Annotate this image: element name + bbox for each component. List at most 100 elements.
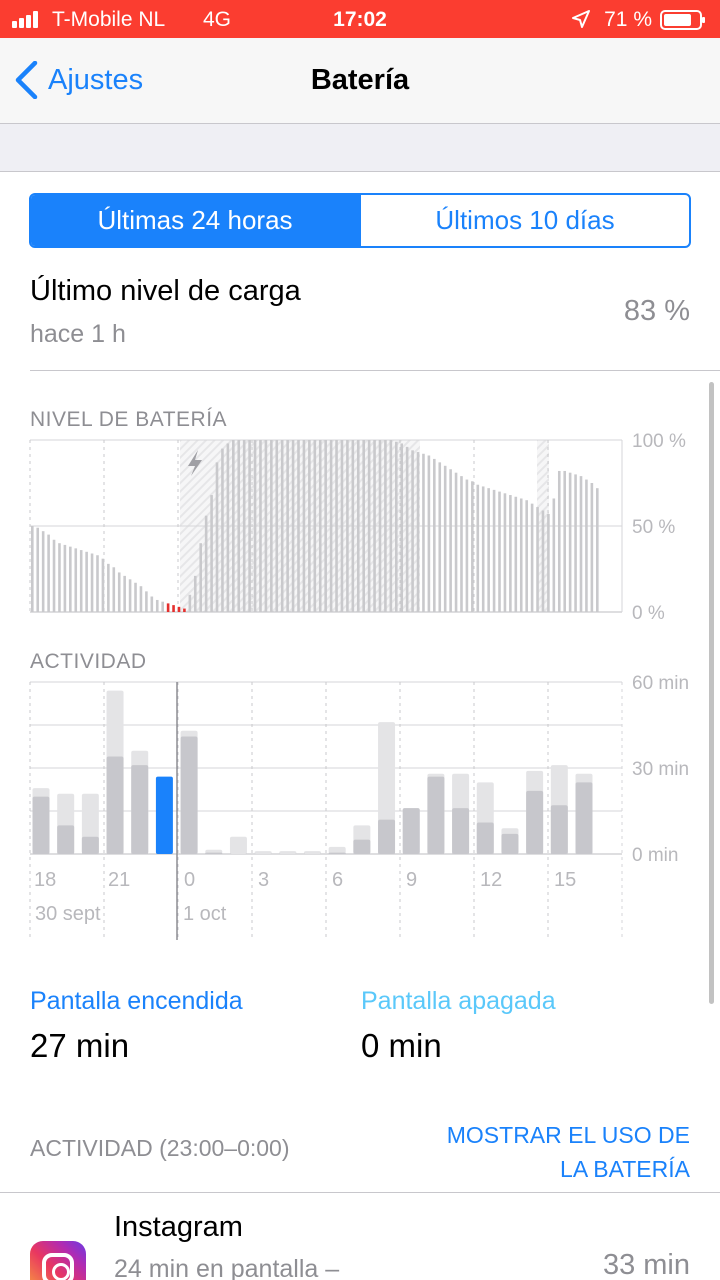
- battery-bar: [324, 440, 327, 612]
- activity-chart: 60 min 30 min 0 min 18 21 0 3 6 9 12 15 30 sept 1 oc…: [29, 673, 689, 940]
- battery-bar: [422, 453, 425, 612]
- battery-bar: [270, 440, 273, 612]
- battery-bar: [530, 503, 534, 612]
- page-title: Batería: [310, 64, 410, 96]
- activity-bar-screen: [501, 833, 519, 854]
- app-usage-row[interactable]: Instagram 24 min en pantalla – 33 min: [0, 1192, 720, 1280]
- battery-bar: [596, 488, 599, 612]
- battery-bar: [139, 586, 143, 612]
- battery-bar: [41, 531, 45, 612]
- battery-bar: [405, 446, 409, 612]
- battery-bar: [335, 440, 338, 612]
- last-charge-title: Último nivel de carga: [30, 275, 301, 307]
- x-axis-label: 18: [34, 869, 56, 891]
- x-axis-label: 12: [480, 869, 502, 891]
- battery-bar: [476, 484, 480, 612]
- battery-bar: [313, 440, 317, 612]
- y-axis-label: 60 min: [632, 673, 689, 694]
- battery-bar: [259, 440, 262, 612]
- battery-bar: [253, 440, 257, 612]
- app-name: Instagram: [114, 1211, 243, 1243]
- battery-bar: [373, 440, 376, 612]
- battery-bar: [465, 479, 469, 612]
- x-axis-label: 21: [108, 869, 130, 891]
- battery-bar: [166, 603, 170, 612]
- activity-bar-total: [304, 851, 321, 854]
- y-axis-label: 30 min: [632, 759, 689, 780]
- battery-bar: [433, 458, 436, 612]
- activity-bar-screen: [526, 790, 544, 854]
- battery-bar: [568, 472, 572, 612]
- activity-bar-screen: [328, 852, 346, 854]
- activity-bar-screen: [205, 852, 223, 854]
- battery-bar: [96, 555, 99, 612]
- battery-bar: [47, 534, 50, 612]
- screen-on-label: Pantalla encendida: [30, 987, 243, 1015]
- battery-bar: [112, 567, 116, 612]
- battery-charts[interactable]: 100 % 50 % 0 % 60 min 30 min 0 min 18 21 0 3 6 9 12…: [0, 380, 720, 940]
- battery-bar: [400, 443, 404, 612]
- activity-bar-screen: [353, 839, 371, 854]
- last-charge-level: 83 %: [623, 295, 690, 327]
- battery-bar: [481, 486, 485, 612]
- battery-bar: [117, 572, 121, 612]
- last-charge-time: hace 1 h: [30, 320, 126, 348]
- battery-bar: [362, 440, 365, 612]
- show-usage-line-2: LA BATERÍA: [560, 1156, 690, 1182]
- battery-bar: [308, 440, 311, 612]
- scrollbar[interactable]: [709, 382, 714, 1004]
- battery-bar: [69, 546, 72, 612]
- battery-bar: [155, 599, 159, 612]
- battery-level-chart: 100 % 50 % 0 %: [29, 431, 686, 624]
- battery-bar: [449, 469, 452, 612]
- battery-bar: [525, 500, 528, 612]
- battery-bar: [242, 440, 246, 612]
- battery-bar: [237, 440, 241, 612]
- battery-bar: [215, 462, 219, 612]
- battery-bar: [193, 575, 197, 612]
- battery-bar: [264, 440, 268, 612]
- battery-bar: [107, 563, 110, 612]
- battery-bar: [487, 488, 490, 612]
- segment-last-24-hours[interactable]: Últimas 24 horas: [31, 195, 359, 246]
- battery-bar: [416, 452, 420, 612]
- battery-bar: [85, 551, 88, 612]
- battery-bar: [367, 440, 371, 612]
- segment-last-10-days[interactable]: Últimos 10 días: [359, 195, 689, 246]
- battery-bar: [519, 498, 523, 612]
- battery-bar: [101, 558, 105, 612]
- activity-bar-screen: [402, 808, 420, 854]
- battery-bar: [90, 553, 94, 612]
- activity-bar-screen: [32, 796, 50, 854]
- activity-bar-screen: [131, 765, 149, 854]
- battery-bar: [340, 440, 344, 612]
- battery-bar: [36, 527, 40, 612]
- activity-bar-screen: [427, 776, 445, 854]
- battery-bar: [183, 608, 186, 612]
- battery-bar: [346, 440, 349, 612]
- app-battery-usage: 33 min: [602, 1249, 690, 1280]
- battery-bar: [226, 443, 230, 612]
- battery-icon: [660, 10, 705, 30]
- battery-bar: [509, 495, 512, 612]
- battery-percent: 71 %: [604, 8, 652, 31]
- x-axis-label: 6: [332, 869, 343, 891]
- battery-bar: [552, 498, 556, 612]
- status-bar: T-Mobile NL 4G 17:02 71 %: [0, 0, 720, 38]
- activity-bar-screen: [106, 756, 124, 854]
- activity-bar-screen: [378, 819, 396, 854]
- show-battery-usage-link[interactable]: MOSTRAR EL USO DE LA BATERÍA: [400, 1118, 690, 1186]
- activity-bar-screen: [81, 836, 99, 854]
- section-separator: [0, 124, 720, 172]
- location-arrow-icon: [572, 10, 590, 28]
- date-label: 30 sept: [35, 903, 101, 925]
- battery-bar: [443, 465, 447, 612]
- battery-bar: [541, 510, 545, 612]
- battery-bar: [329, 440, 333, 612]
- battery-bar: [128, 579, 132, 612]
- battery-bar: [63, 544, 67, 612]
- date-label: 1 oct: [183, 903, 227, 925]
- activity-bar-screen: [452, 808, 470, 854]
- battery-bar: [291, 440, 295, 612]
- battery-bar: [275, 440, 279, 612]
